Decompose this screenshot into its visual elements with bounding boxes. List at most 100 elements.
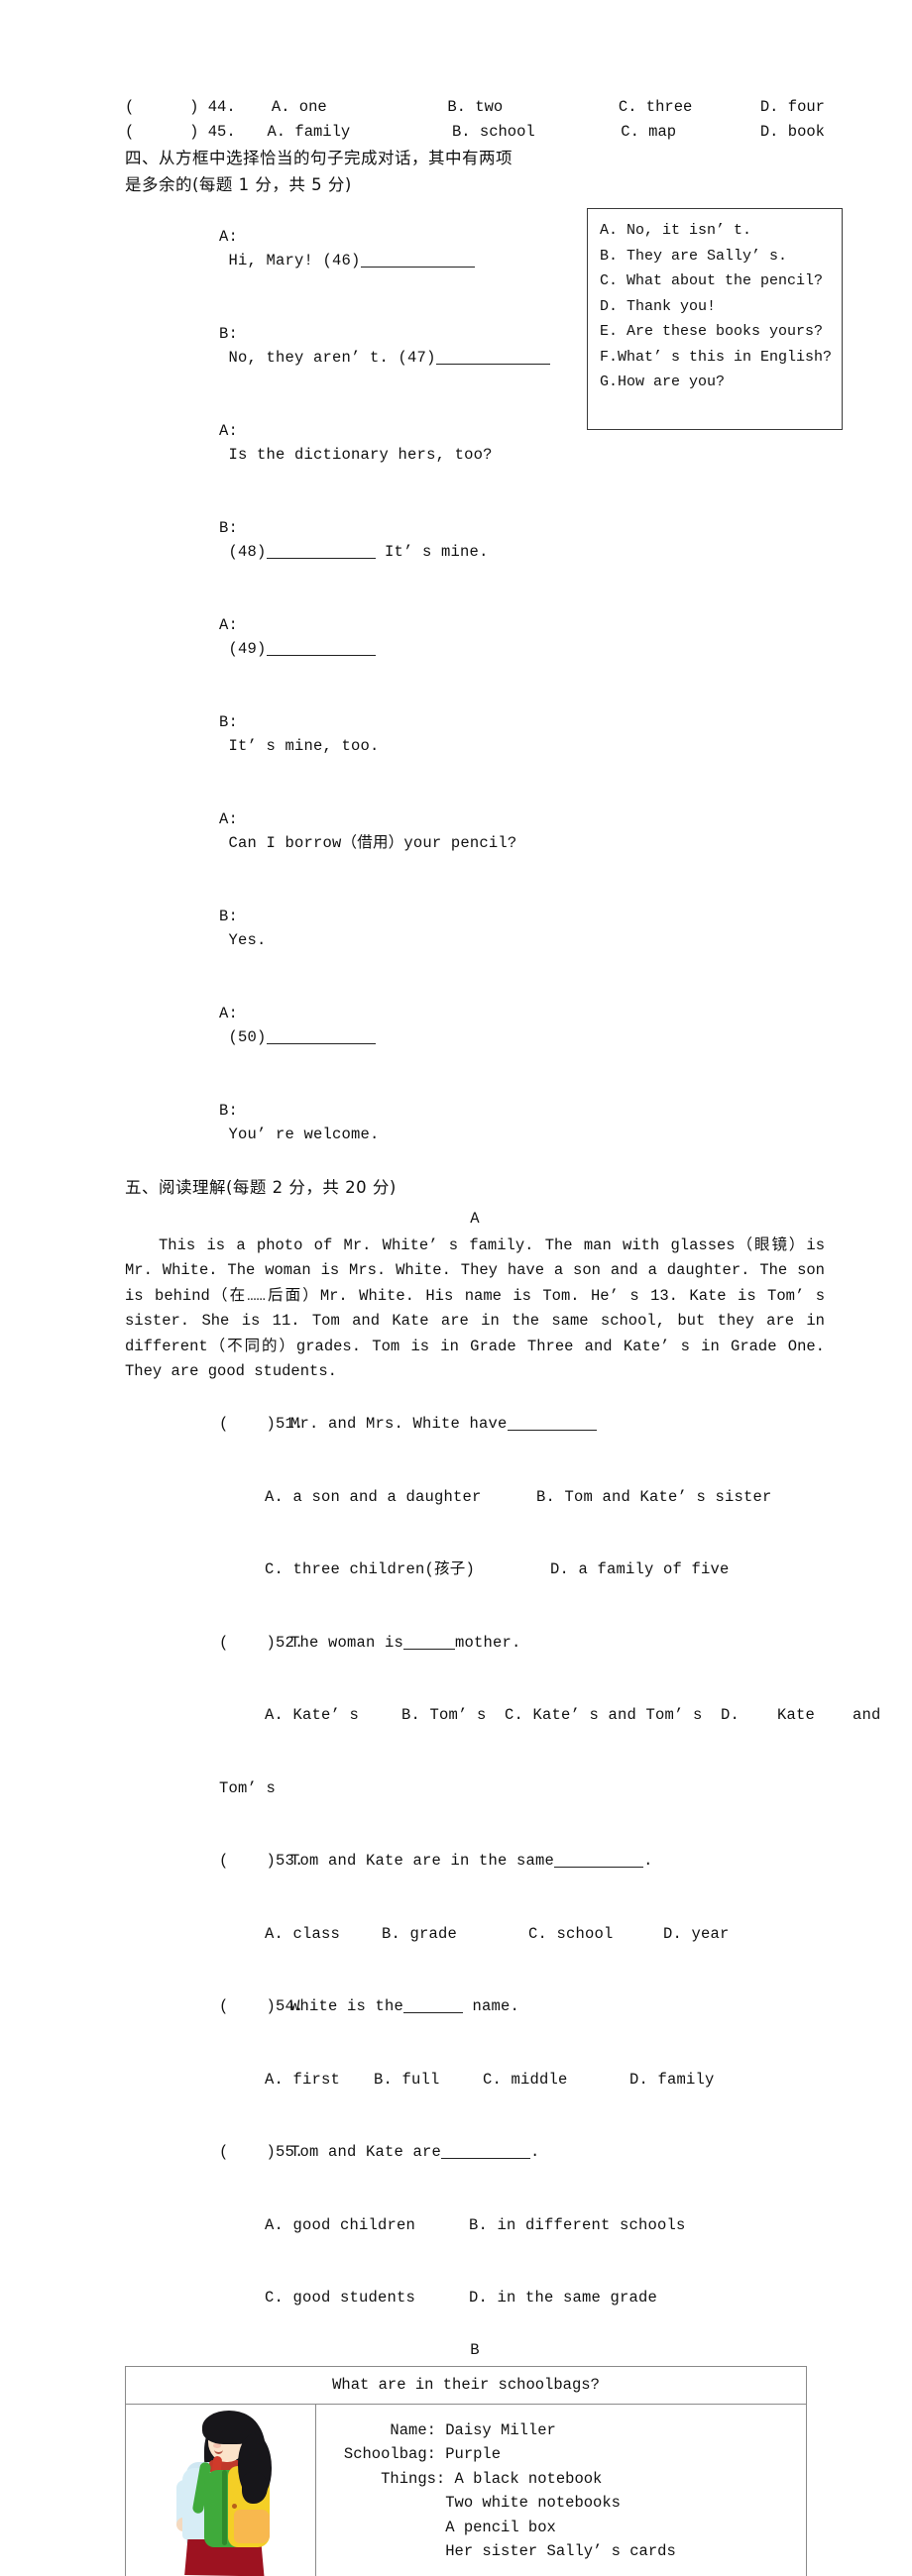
dialogue-speaker: B: xyxy=(219,908,238,925)
dialogue-line: B: You’ re welcome. xyxy=(125,1074,825,1171)
mcq-marker-45[interactable]: ( ) 45. xyxy=(125,120,267,145)
question-marker-53[interactable]: ( )53. xyxy=(219,1849,290,1874)
dialogue-text-after: It’ s mine. xyxy=(376,543,489,561)
question-stem-text: Mr. and Mrs. White have xyxy=(290,1415,508,1433)
backpack-front-pocket xyxy=(234,2510,270,2543)
answer-blank-50[interactable] xyxy=(267,1043,376,1044)
dialogue-line: B: (48) It’ s mine. xyxy=(125,491,825,589)
mcq-marker-44[interactable]: ( ) 44. xyxy=(125,95,272,120)
option-51-d[interactable]: D. a family of five xyxy=(550,1560,730,1578)
question-options-row: A. good childrenB. in different schools xyxy=(125,2189,825,2262)
dialogue-line: B: No, they aren’ t. (47) xyxy=(125,297,825,394)
section-four: A. No, it isn’ t. B. They are Sally’ s. … xyxy=(125,145,825,1171)
option-53-c[interactable]: C. school xyxy=(528,1922,663,1947)
mcq-45-option-d[interactable]: D. book xyxy=(760,120,825,145)
mcq-45-option-c[interactable]: C. map xyxy=(621,120,760,145)
question-52: ( )52.The woman ismother. A. Kate’ sB. T… xyxy=(125,1606,825,1825)
paper-content: ( ) 44. A. one B. two C. three D. four (… xyxy=(125,95,825,2576)
mcq-tail-group: ( ) 44. A. one B. two C. three D. four (… xyxy=(125,95,825,145)
option-53-b[interactable]: B. grade xyxy=(382,1922,528,1947)
info-line-thing-3: A pencil box xyxy=(316,2516,806,2540)
option-51-a[interactable]: A. a son and a daughter xyxy=(265,1485,536,1510)
question-stem-after: . xyxy=(530,2143,540,2161)
answer-blank-46[interactable] xyxy=(361,267,475,268)
mcq-45-option-b[interactable]: B. school xyxy=(452,120,621,145)
table-cell-image xyxy=(126,2405,316,2576)
option-52-d-wrap[interactable]: Tom’ s xyxy=(219,1779,276,1797)
option-52-a[interactable]: A. Kate’ s xyxy=(265,1703,401,1728)
option-53-a[interactable]: A. class xyxy=(265,1922,382,1947)
backpack-stud-lower xyxy=(232,2504,237,2509)
passage-a-label: A xyxy=(125,1207,825,1232)
section-four-heading-line2: 是多余的(每题 1 分，共 5 分) xyxy=(125,171,581,198)
mcq-44-option-d[interactable]: D. four xyxy=(760,95,825,120)
question-stem-text: White is the xyxy=(290,1997,403,2015)
dialogue-speaker: A: xyxy=(219,810,238,828)
dialogue-text: It’ s mine, too. xyxy=(229,737,380,755)
dialogue-speaker: A: xyxy=(219,1005,238,1022)
dialogue-speaker: B: xyxy=(219,325,238,343)
question-options-row: A. classB. gradeC. schoolD. year xyxy=(125,1897,825,1971)
answer-blank-53[interactable] xyxy=(554,1867,643,1868)
dialogue-speaker: A: xyxy=(219,616,238,634)
backpack-zipper xyxy=(222,2470,227,2545)
ponytail-tip-shape xyxy=(242,2472,268,2504)
dialogue-text: Hi, Mary! (46) xyxy=(229,252,361,269)
info-line-schoolbag: Schoolbag: Purple xyxy=(316,2442,806,2467)
question-options-row: A. Kate’ sB. Tom’ sC. Kate’ s and Tom’ s… xyxy=(125,1679,825,1753)
dialogue-speaker: B: xyxy=(219,519,238,537)
answer-blank-47[interactable] xyxy=(436,364,550,365)
answer-blank-54[interactable] xyxy=(403,2012,463,2013)
mcq-44-option-a[interactable]: A. one xyxy=(272,95,447,120)
dialogue-text: (50) xyxy=(229,1028,267,1046)
info-line-thing-2: Two white notebooks xyxy=(316,2491,806,2516)
passage-a-text: This is a photo of Mr. White’ s family. … xyxy=(125,1234,825,1385)
mcq-44-option-c[interactable]: C. three xyxy=(619,95,760,120)
answer-blank-48[interactable] xyxy=(267,558,376,559)
question-stem-text: Tom and Kate are in the same xyxy=(290,1852,554,1870)
option-54-c[interactable]: C. middle xyxy=(483,2068,629,2093)
answer-blank-52[interactable] xyxy=(403,1649,455,1650)
answer-blank-55[interactable] xyxy=(441,2158,530,2159)
question-marker-54[interactable]: ( )54. xyxy=(219,1994,290,2019)
option-52-b[interactable]: B. Tom’ s xyxy=(401,1703,505,1728)
dialogue-line: A: (49) xyxy=(125,589,825,686)
question-marker-52[interactable]: ( )52. xyxy=(219,1631,290,1656)
question-55: ( )55.Tom and Kate are. A. good children… xyxy=(125,2116,825,2335)
question-options-row: C. good studentsD. in the same grade xyxy=(125,2262,825,2335)
option-51-c[interactable]: C. three children(孩子) xyxy=(265,1557,550,1582)
option-55-d[interactable]: D. in the same grade xyxy=(469,2289,657,2307)
option-54-b[interactable]: B. full xyxy=(374,2068,483,2093)
question-options-row: C. three children(孩子)D. a family of five xyxy=(125,1534,825,1607)
girl-with-backpack-icon xyxy=(147,2411,295,2576)
question-marker-51[interactable]: ( )51. xyxy=(219,1412,290,1437)
question-marker-55[interactable]: ( )55. xyxy=(219,2140,290,2165)
answer-blank-49[interactable] xyxy=(267,655,376,656)
dialogue-text: (48) xyxy=(229,543,267,561)
mcq-44-option-b[interactable]: B. two xyxy=(447,95,619,120)
question-stem-text: The woman is xyxy=(290,1634,403,1652)
question-stem: ( )55.Tom and Kate are. xyxy=(125,2116,825,2190)
option-55-a[interactable]: A. good children xyxy=(265,2213,469,2238)
table-header: What are in their schoolbags? xyxy=(126,2367,806,2405)
info-line-thing-4: Her sister Sally’ s cards xyxy=(316,2539,806,2564)
question-options-wrap: Tom’ s xyxy=(125,1752,825,1825)
dialogue-text: You’ re welcome. xyxy=(229,1126,380,1143)
option-54-a[interactable]: A. first xyxy=(265,2068,374,2093)
question-stem: ( )54.White is the name. xyxy=(125,1971,825,2044)
passage-a-body: This is a photo of Mr. White’ s family. … xyxy=(125,1236,825,1381)
mcq-45-option-a[interactable]: A. family xyxy=(267,120,452,145)
option-55-c[interactable]: C. good students xyxy=(265,2286,469,2310)
answer-blank-51[interactable] xyxy=(508,1430,597,1431)
mcq-row-44: ( ) 44. A. one B. two C. three D. four xyxy=(125,95,825,120)
option-52-c[interactable]: C. Kate’ s and Tom’ s xyxy=(505,1703,721,1728)
dialogue-list: A: Hi, Mary! (46) B: No, they aren’ t. (… xyxy=(125,200,825,1171)
dialogue-line: B: Yes. xyxy=(125,880,825,977)
exam-paper-page: ( ) 44. A. one B. two C. three D. four (… xyxy=(0,0,912,1288)
option-51-b[interactable]: B. Tom and Kate’ s sister xyxy=(536,1488,772,1506)
option-53-d[interactable]: D. year xyxy=(663,1925,730,1943)
dialogue-line: A: Hi, Mary! (46) xyxy=(125,200,825,297)
option-54-d[interactable]: D. family xyxy=(629,2071,715,2089)
option-55-b[interactable]: B. in different schools xyxy=(469,2216,686,2234)
option-52-d[interactable]: D. Kate and xyxy=(721,1706,881,1724)
